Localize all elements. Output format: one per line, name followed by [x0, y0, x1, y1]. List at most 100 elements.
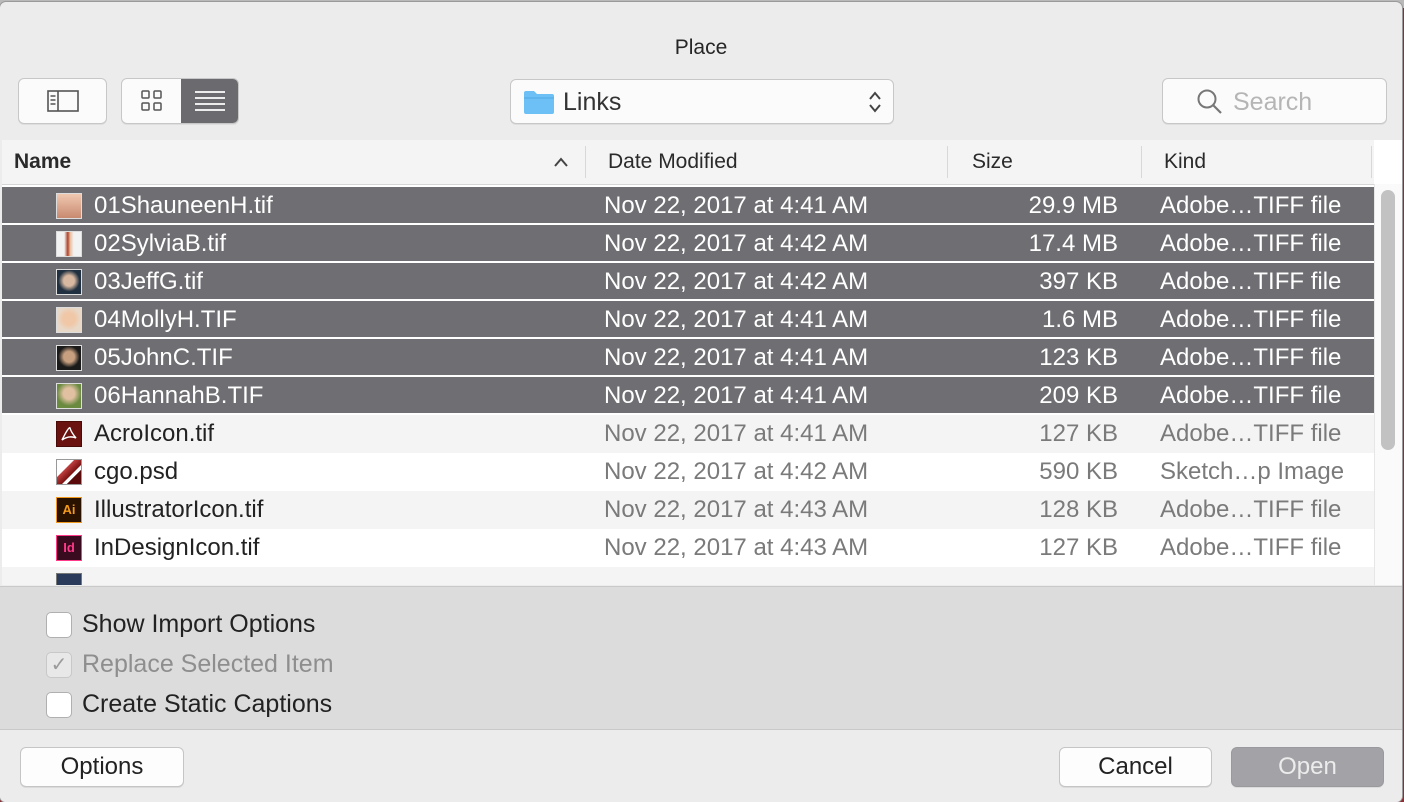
file-row[interactable]: Id InDesignIcon.tif Nov 22, 2017 at 4:43… [2, 529, 1374, 567]
portrait-thumbnail-icon [56, 345, 82, 371]
sidebar-icon [47, 90, 79, 112]
file-date: Nov 22, 2017 at 4:41 AM [604, 344, 869, 371]
portrait-thumbnail-icon [56, 383, 82, 409]
view-mode-group [121, 78, 239, 124]
file-row[interactable]: 05JohnC.TIF Nov 22, 2017 at 4:41 AM 123 … [2, 339, 1374, 377]
location-popup[interactable]: Links [510, 79, 894, 124]
create-static-captions-checkbox[interactable] [46, 692, 72, 718]
file-size: 1.6 MB [1041, 306, 1118, 333]
file-date: Nov 22, 2017 at 4:41 AM [604, 382, 869, 409]
file-name: 02SylviaB.tif [94, 230, 227, 257]
search-icon [1197, 89, 1222, 114]
open-button: Open [1231, 747, 1384, 787]
file-kind: Adobe…TIFF file [1160, 230, 1342, 257]
file-size: 123 KB [1039, 344, 1118, 371]
place-options-panel: Show Import Options ✓ Replace Selected I… [0, 586, 1402, 729]
illustrator-file-icon: Ai [56, 497, 82, 523]
file-row[interactable]: 01ShauneenH.tif Nov 22, 2017 at 4:41 AM … [2, 187, 1374, 225]
file-row[interactable]: 06HannahB.TIF Nov 22, 2017 at 4:41 AM 20… [2, 377, 1374, 415]
replace-selected-item-label: Replace Selected Item [82, 650, 334, 678]
file-row[interactable]: cgo.psd Nov 22, 2017 at 4:42 AM 590 KB S… [2, 453, 1374, 491]
column-header-name[interactable]: Name [14, 150, 71, 174]
search-input[interactable] [1231, 85, 1380, 119]
column-header-size[interactable]: Size [972, 150, 1013, 174]
vertical-scrollbar[interactable] [1374, 184, 1402, 585]
options-button[interactable]: Options [20, 747, 184, 787]
file-date: Nov 22, 2017 at 4:41 AM [604, 306, 869, 333]
file-size: 17.4 MB [1028, 230, 1118, 257]
column-divider[interactable] [1141, 146, 1142, 178]
sidebar-toggle-button[interactable] [18, 78, 107, 124]
file-kind: Adobe…TIFF file [1160, 382, 1342, 409]
scrollbar-thumb[interactable] [1381, 190, 1395, 450]
file-row-partial[interactable] [2, 567, 1374, 585]
file-row[interactable]: 02SylviaB.tif Nov 22, 2017 at 4:42 AM 17… [2, 225, 1374, 263]
file-size: 127 KB [1039, 534, 1118, 561]
file-icon [56, 573, 82, 585]
file-kind: Adobe…TIFF file [1160, 268, 1342, 295]
file-kind: Adobe…TIFF file [1160, 534, 1342, 561]
file-kind: Adobe…TIFF file [1160, 306, 1342, 333]
file-name: 04MollyH.TIF [94, 306, 237, 333]
folder-icon [524, 91, 554, 114]
portrait-thumbnail-icon [56, 307, 82, 333]
updown-chevron-icon [869, 91, 881, 113]
file-kind: Adobe…TIFF file [1160, 420, 1342, 447]
file-date: Nov 22, 2017 at 4:43 AM [604, 496, 869, 523]
grid-icon [141, 90, 162, 111]
create-static-captions-label[interactable]: Create Static Captions [82, 690, 332, 719]
portrait-thumbnail-icon [56, 269, 82, 295]
column-header-row: Name Date Modified Size Kind [2, 140, 1374, 185]
file-size: 127 KB [1039, 420, 1118, 447]
list-view-button[interactable] [181, 79, 238, 123]
file-name: InDesignIcon.tif [94, 534, 260, 561]
file-name: IllustratorIcon.tif [94, 496, 264, 523]
file-name: cgo.psd [94, 458, 179, 485]
file-row[interactable]: 04MollyH.TIF Nov 22, 2017 at 4:41 AM 1.6… [2, 301, 1374, 339]
file-name: AcroIcon.tif [94, 420, 215, 447]
indesign-file-icon: Id [56, 535, 82, 561]
file-row[interactable]: 03JeffG.tif Nov 22, 2017 at 4:42 AM 397 … [2, 263, 1374, 301]
file-name: 03JeffG.tif [94, 268, 203, 295]
file-kind: Adobe…TIFF file [1160, 192, 1342, 219]
file-date: Nov 22, 2017 at 4:42 AM [604, 268, 869, 295]
column-divider[interactable] [947, 146, 948, 178]
sort-ascending-icon[interactable] [553, 156, 569, 168]
search-field[interactable] [1162, 78, 1387, 124]
file-rows: 01ShauneenH.tif Nov 22, 2017 at 4:41 AM … [2, 187, 1374, 585]
icon-view-button[interactable] [122, 79, 180, 123]
column-divider [1371, 146, 1372, 178]
acrobat-file-icon [56, 421, 82, 447]
file-size: 590 KB [1039, 458, 1118, 485]
column-header-kind[interactable]: Kind [1164, 150, 1206, 174]
location-label: Links [563, 88, 622, 116]
show-import-options-checkbox[interactable] [46, 612, 72, 638]
file-list: Name Date Modified Size Kind 01ShauneenH… [2, 140, 1402, 585]
file-size: 209 KB [1039, 382, 1118, 409]
column-header-date[interactable]: Date Modified [608, 150, 738, 174]
file-date: Nov 22, 2017 at 4:42 AM [604, 458, 869, 485]
cancel-button[interactable]: Cancel [1059, 747, 1212, 787]
file-kind: Sketch…p Image [1160, 458, 1345, 485]
file-name: 01ShauneenH.tif [94, 192, 273, 219]
file-size: 397 KB [1039, 268, 1118, 295]
file-row[interactable]: AcroIcon.tif Nov 22, 2017 at 4:41 AM 127… [2, 415, 1374, 453]
portrait-thumbnail-icon [56, 231, 82, 257]
file-date: Nov 22, 2017 at 4:43 AM [604, 534, 869, 561]
dialog-footer: Options Cancel Open [0, 729, 1402, 802]
file-date: Nov 22, 2017 at 4:41 AM [604, 420, 869, 447]
file-size: 29.9 MB [1028, 192, 1118, 219]
psd-file-icon [56, 459, 82, 485]
file-row[interactable]: Ai IllustratorIcon.tif Nov 22, 2017 at 4… [2, 491, 1374, 529]
file-kind: Adobe…TIFF file [1160, 496, 1342, 523]
list-icon [195, 91, 225, 111]
file-date: Nov 22, 2017 at 4:42 AM [604, 230, 869, 257]
portrait-thumbnail-icon [56, 193, 82, 219]
file-date: Nov 22, 2017 at 4:41 AM [604, 192, 869, 219]
replace-selected-item-checkbox: ✓ [46, 652, 72, 678]
show-import-options-label[interactable]: Show Import Options [82, 610, 315, 639]
file-name: 05JohnC.TIF [94, 344, 233, 371]
column-divider[interactable] [585, 146, 586, 178]
file-kind: Adobe…TIFF file [1160, 344, 1342, 371]
file-size: 128 KB [1039, 496, 1118, 523]
